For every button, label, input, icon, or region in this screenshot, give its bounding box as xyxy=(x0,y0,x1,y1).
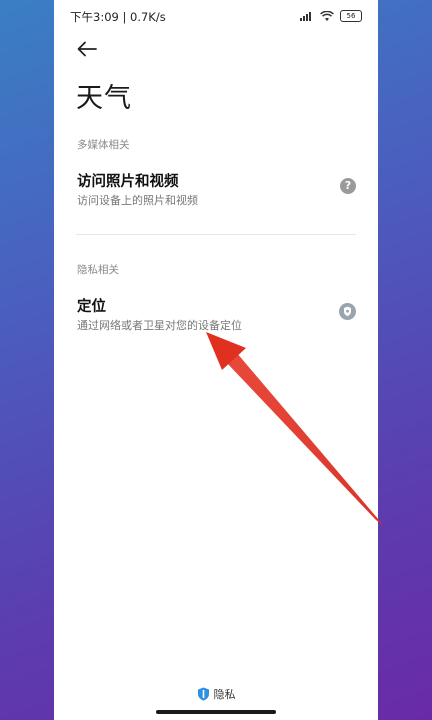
wifi-icon xyxy=(320,10,334,21)
phone-screen: 下午3:09 | 0.7K/s 56 天气 多媒体相关 访问照片和视频 访问设备… xyxy=(54,0,378,720)
permission-title: 访问照片和视频 xyxy=(77,174,179,190)
privacy-logo: 隐私 xyxy=(54,686,378,702)
privacy-logo-text: 隐私 xyxy=(213,688,236,701)
home-indicator[interactable] xyxy=(156,710,276,714)
status-icons: 56 xyxy=(300,10,362,22)
battery-icon: 56 xyxy=(340,10,362,22)
section-header-multimedia: 多媒体相关 xyxy=(77,139,130,151)
status-bar: 下午3:09 | 0.7K/s 56 xyxy=(54,0,378,32)
battery-level: 56 xyxy=(346,12,356,20)
back-button[interactable] xyxy=(74,36,100,62)
signal-icon xyxy=(300,12,311,21)
privacy-shield-logo-icon xyxy=(197,687,209,701)
permission-item-location[interactable]: 定位 通过网络或者卫星对您的设备定位 xyxy=(54,295,378,347)
permission-subtitle: 访问设备上的照片和视频 xyxy=(77,194,198,207)
permission-subtitle: 通过网络或者卫星对您的设备定位 xyxy=(77,319,242,332)
page-title: 天气 xyxy=(76,83,132,114)
permission-item-photos-videos[interactable]: 访问照片和视频 访问设备上的照片和视频 ? xyxy=(54,170,378,222)
section-divider xyxy=(76,234,356,235)
permission-title: 定位 xyxy=(77,299,106,315)
back-arrow-icon xyxy=(77,41,97,57)
help-icon[interactable]: ? xyxy=(340,178,356,194)
location-shield-icon[interactable] xyxy=(339,303,356,320)
section-header-privacy: 隐私相关 xyxy=(77,264,119,276)
status-time-speed: 下午3:09 | 0.7K/s xyxy=(70,10,166,24)
